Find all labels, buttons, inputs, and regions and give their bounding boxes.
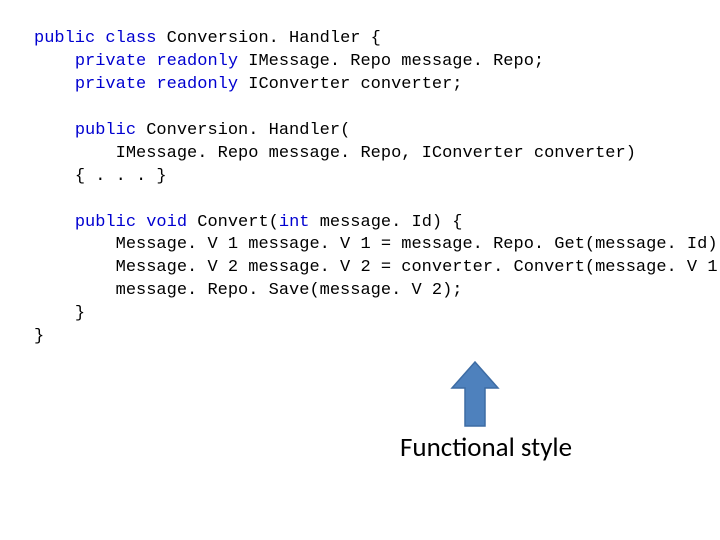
keyword: void xyxy=(146,213,187,232)
code-text: { . . . } xyxy=(75,167,167,186)
code-text: } xyxy=(34,327,44,346)
keyword: class xyxy=(105,29,156,48)
annotation-label: Functional style xyxy=(400,430,572,466)
code-text: } xyxy=(75,304,85,323)
keyword: public xyxy=(75,121,136,140)
keyword: public xyxy=(75,213,136,232)
code-text: message. Id) { xyxy=(320,213,463,232)
code-text: Conversion. Handler( xyxy=(146,121,350,140)
keyword: readonly xyxy=(156,52,238,71)
keyword: readonly xyxy=(156,75,238,94)
code-block: public class Conversion. Handler { priva… xyxy=(34,28,720,349)
keyword: private xyxy=(75,75,146,94)
code-text: Convert( xyxy=(197,213,279,232)
code-text: IConverter converter; xyxy=(248,75,462,94)
code-text: IMessage. Repo message. Repo; xyxy=(248,52,544,71)
keyword: private xyxy=(75,52,146,71)
keyword: int xyxy=(279,213,310,232)
code-text: Conversion. Handler { xyxy=(167,29,381,48)
code-text: Message. V 1 message. V 1 = message. Rep… xyxy=(116,235,720,254)
keyword: public xyxy=(34,29,95,48)
code-text: Message. V 2 message. V 2 = converter. C… xyxy=(116,258,720,277)
code-text: message. Repo. Save(message. V 2); xyxy=(116,281,463,300)
code-text: IMessage. Repo message. Repo, IConverter… xyxy=(116,144,636,163)
up-arrow-icon xyxy=(450,360,500,430)
